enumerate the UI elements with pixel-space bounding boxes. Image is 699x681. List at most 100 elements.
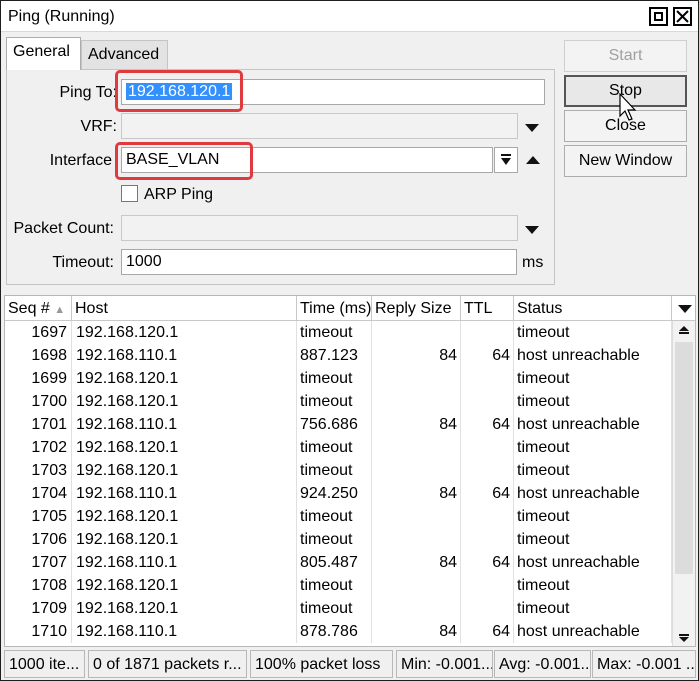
- table-row[interactable]: 1700 192.168.120.1 timeout timeout: [5, 390, 672, 413]
- cell-ttl: 64: [461, 551, 514, 574]
- cell-ttl: 64: [461, 482, 514, 505]
- arp-ping-checkbox[interactable]: [121, 185, 138, 202]
- cell-seq: 1699: [5, 367, 72, 390]
- ping-to-label: Ping To:: [59, 84, 117, 101]
- interface-collapse-icon[interactable]: [526, 156, 540, 164]
- cell-seq: 1704: [5, 482, 72, 505]
- sort-asc-icon: ▲: [54, 304, 66, 316]
- cell-ttl: [461, 528, 514, 551]
- table-row[interactable]: 1703 192.168.120.1 timeout timeout: [5, 459, 672, 482]
- table-row[interactable]: 1710 192.168.110.1 878.786 84 64 host unreach…: [5, 620, 672, 643]
- status-min: Min: -0.001...: [396, 650, 493, 678]
- col-ttl[interactable]: TTL: [461, 296, 514, 321]
- vertical-scrollbar[interactable]: [672, 321, 695, 646]
- tab-general[interactable]: General: [6, 37, 81, 70]
- vrf-dropdown-icon[interactable]: [525, 124, 539, 132]
- cell-time: timeout: [297, 436, 372, 459]
- cell-seq: 1708: [5, 574, 72, 597]
- cell-ttl: [461, 505, 514, 528]
- col-time[interactable]: Time (ms): [297, 296, 372, 321]
- interface-field[interactable]: BASE_VLAN: [121, 147, 493, 173]
- scroll-thumb[interactable]: [675, 342, 693, 574]
- cell-ttl: [461, 597, 514, 620]
- maximize-icon[interactable]: [649, 7, 668, 26]
- new-window-button[interactable]: New Window: [564, 145, 687, 177]
- cell-ttl: [461, 367, 514, 390]
- col-status[interactable]: Status: [514, 296, 672, 321]
- cell-seq: 1709: [5, 597, 72, 620]
- cell-seq: 1697: [5, 321, 72, 344]
- cell-host: 192.168.120.1: [72, 574, 297, 597]
- table-row[interactable]: 1697 192.168.120.1 timeout timeout: [5, 321, 672, 344]
- cell-time: timeout: [297, 390, 372, 413]
- ping-to-field[interactable]: 192.168.120.1: [121, 79, 545, 105]
- table-row[interactable]: 1702 192.168.120.1 timeout timeout: [5, 436, 672, 459]
- cell-status: timeout: [514, 574, 672, 597]
- cell-time: 924.250: [297, 482, 372, 505]
- col-host[interactable]: Host: [72, 296, 297, 321]
- status-avg: Avg: -0.001...: [494, 650, 591, 678]
- ping-window: Ping (Running) Advanced General Ping To:…: [0, 0, 699, 681]
- status-loss: 100% packet loss: [250, 650, 393, 678]
- status-packets: 0 of 1871 packets r...: [88, 650, 247, 678]
- cell-host: 192.168.110.1: [72, 620, 297, 643]
- table-row[interactable]: 1701 192.168.110.1 756.686 84 64 host unreach…: [5, 413, 672, 436]
- cell-size: 84: [372, 620, 461, 643]
- ping-results-table: Seq # ▲ Host Time (ms) Reply Size TTL St…: [4, 295, 696, 647]
- cell-size: [372, 459, 461, 482]
- title-bar[interactable]: Ping (Running): [1, 1, 698, 32]
- cell-seq: 1701: [5, 413, 72, 436]
- cell-seq: 1706: [5, 528, 72, 551]
- interface-dropdown-button[interactable]: [494, 147, 518, 173]
- packet-count-field[interactable]: [121, 215, 518, 241]
- cell-status: timeout: [514, 505, 672, 528]
- table-row[interactable]: 1705 192.168.120.1 timeout timeout: [5, 505, 672, 528]
- cell-host: 192.168.110.1: [72, 344, 297, 367]
- cell-ttl: [461, 436, 514, 459]
- table-row[interactable]: 1704 192.168.110.1 924.250 84 64 host unreach…: [5, 482, 672, 505]
- cell-seq: 1700: [5, 390, 72, 413]
- cell-size: 84: [372, 413, 461, 436]
- table-row[interactable]: 1698 192.168.110.1 887.123 84 64 host unreach…: [5, 344, 672, 367]
- packet-count-dropdown-icon[interactable]: [525, 226, 539, 234]
- cell-ttl: 64: [461, 620, 514, 643]
- cell-seq: 1698: [5, 344, 72, 367]
- close-window-icon[interactable]: [673, 7, 692, 26]
- cell-status: timeout: [514, 321, 672, 344]
- timeout-field[interactable]: 1000: [121, 249, 517, 275]
- arp-ping-label: ARP Ping: [144, 186, 214, 203]
- col-reply-size[interactable]: Reply Size: [372, 296, 461, 321]
- cell-size: [372, 597, 461, 620]
- start-button[interactable]: Start: [564, 40, 687, 72]
- cell-size: 84: [372, 551, 461, 574]
- cell-seq: 1705: [5, 505, 72, 528]
- table-row[interactable]: 1707 192.168.110.1 805.487 84 64 host unreach…: [5, 551, 672, 574]
- cell-status: host unreachable: [514, 413, 672, 436]
- cell-host: 192.168.120.1: [72, 505, 297, 528]
- table-row[interactable]: 1706 192.168.120.1 timeout timeout: [5, 528, 672, 551]
- tab-advanced[interactable]: Advanced: [81, 40, 168, 70]
- table-row[interactable]: 1699 192.168.120.1 timeout timeout: [5, 367, 672, 390]
- cell-status: host unreachable: [514, 344, 672, 367]
- cell-time: 756.686: [297, 413, 372, 436]
- cell-status: timeout: [514, 367, 672, 390]
- cell-time: timeout: [297, 367, 372, 390]
- cell-seq: 1707: [5, 551, 72, 574]
- cell-seq: 1703: [5, 459, 72, 482]
- packet-count-label: Packet Count:: [13, 220, 115, 237]
- cell-time: timeout: [297, 528, 372, 551]
- cell-ttl: 64: [461, 344, 514, 367]
- table-row[interactable]: 1709 192.168.120.1 timeout timeout: [5, 597, 672, 620]
- vrf-field[interactable]: [121, 113, 518, 139]
- timeout-label: Timeout:: [52, 254, 114, 271]
- cell-size: [372, 505, 461, 528]
- scroll-up-icon[interactable]: [673, 323, 695, 339]
- cell-time: 878.786: [297, 620, 372, 643]
- table-row[interactable]: 1708 192.168.120.1 timeout timeout: [5, 574, 672, 597]
- timeout-value: 1000: [126, 253, 162, 270]
- cell-time: timeout: [297, 459, 372, 482]
- column-menu-icon[interactable]: [678, 305, 692, 313]
- scroll-down-icon[interactable]: [673, 629, 695, 645]
- cell-size: 84: [372, 344, 461, 367]
- col-seq[interactable]: Seq # ▲: [5, 296, 72, 321]
